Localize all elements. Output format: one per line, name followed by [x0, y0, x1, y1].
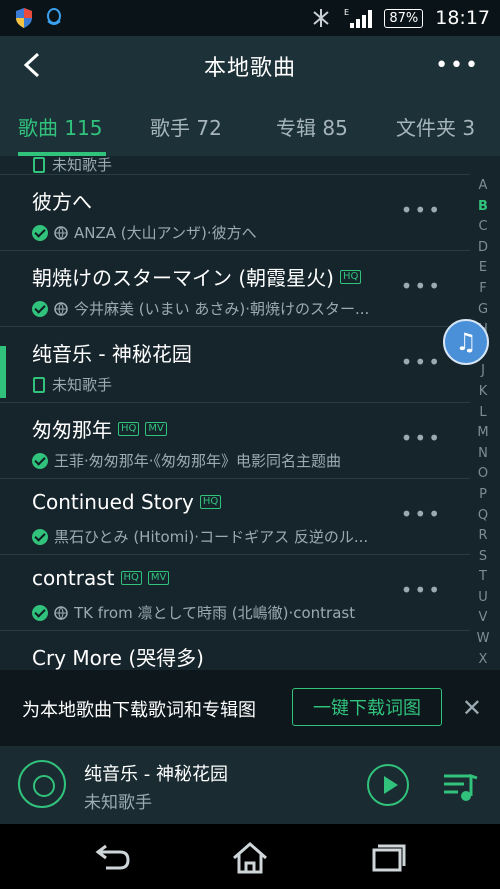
bluetooth-icon: [313, 9, 329, 27]
alphabet-letter[interactable]: E: [474, 258, 492, 279]
song-title: 朝焼けのスターマイン (朝霞星火): [32, 266, 334, 290]
song-subtitle: 王菲·匆匆那年·《匆匆那年》电影同名主题曲: [54, 452, 342, 470]
more-options-button[interactable]: •••: [435, 55, 480, 77]
globe-icon: [54, 225, 68, 240]
song-subtitle: ANZA (大山アンザ)·彼方へ: [74, 224, 257, 242]
mini-player[interactable]: 纯音乐 - 神秘花园 未知歌手: [0, 746, 500, 824]
globe-icon: [54, 605, 68, 620]
tab-folders[interactable]: 文件夹 3: [396, 112, 475, 141]
qq-icon: [47, 8, 61, 25]
phone-icon: [33, 156, 45, 173]
tab-songs[interactable]: 歌曲 115: [18, 112, 103, 141]
song-subtitle: 今井麻美 (いまい あさみ)·朝焼けのスター...: [74, 300, 370, 318]
song-subtitle: 未知歌手: [52, 156, 113, 174]
tab-bar: 歌曲 115 歌手 72 专辑 85 文件夹 3: [0, 96, 500, 156]
song-more-button[interactable]: •••: [401, 198, 442, 222]
shield-icon: [16, 8, 32, 28]
battery-indicator: 87%: [384, 8, 424, 28]
alphabet-letter[interactable]: D: [474, 238, 492, 259]
song-list[interactable]: 未知歌手 彼方へ ANZA (大山アンザ)·彼方へ ••• 朝焼けのスターマイン…: [0, 156, 500, 746]
alphabet-letter[interactable]: S: [474, 547, 492, 568]
song-title: Cry More (哭得多): [32, 646, 204, 670]
now-playing-marker: [0, 346, 6, 398]
alphabet-letter[interactable]: U: [474, 588, 492, 609]
list-item[interactable]: 未知歌手: [0, 156, 470, 175]
downloaded-check-icon: [32, 300, 48, 317]
system-nav-bar: [0, 824, 500, 889]
list-item[interactable]: contrast HQ MV TK from 凛として時雨 (北嶋徹)·contra…: [0, 554, 470, 631]
list-item[interactable]: Continued Story HQ 黒石ひとみ (Hitomi)·コードギアス …: [0, 478, 470, 555]
downloaded-check-icon: [32, 528, 48, 545]
song-more-button[interactable]: •••: [401, 426, 442, 450]
alphabet-letter[interactable]: K: [474, 382, 492, 403]
recent-apps-icon[interactable]: [368, 838, 408, 878]
list-item[interactable]: 彼方へ ANZA (大山アンザ)·彼方へ •••: [0, 174, 470, 251]
song-subtitle: TK from 凛として時雨 (北嶋徹)·contrast: [74, 604, 356, 622]
page-title: 本地歌曲: [203, 56, 296, 81]
song-more-button[interactable]: •••: [401, 502, 442, 526]
alphabet-letter[interactable]: Q: [474, 506, 492, 527]
alphabet-letter[interactable]: B: [474, 197, 492, 218]
hq-badge: HQ: [339, 269, 362, 284]
downloaded-check-icon: [32, 604, 48, 621]
alphabet-letter[interactable]: V: [474, 608, 492, 629]
song-title: 彼方へ: [32, 190, 92, 214]
close-icon[interactable]: ✕: [462, 694, 482, 722]
list-item[interactable]: 匆匆那年 HQ MV 王菲·匆匆那年·《匆匆那年》电影同名主题曲 •••: [0, 402, 470, 479]
tab-singers[interactable]: 歌手 72: [150, 112, 222, 141]
alphabet-letter[interactable]: C: [474, 217, 492, 238]
alphabet-letter[interactable]: O: [474, 464, 492, 485]
song-title: 纯音乐 - 神秘花园: [32, 342, 192, 366]
album-disc-icon[interactable]: [18, 760, 66, 808]
song-more-button[interactable]: •••: [401, 578, 442, 602]
download-lyrics-button[interactable]: 一键下载词图: [292, 688, 442, 726]
list-item[interactable]: 朝焼けのスターマイン (朝霞星火) HQ 今井麻美 (いまい あさみ)·朝焼けのス…: [0, 250, 470, 327]
downloaded-check-icon: [32, 224, 48, 241]
header: 本地歌曲 •••: [0, 36, 500, 96]
playlist-icon[interactable]: [440, 766, 480, 806]
now-playing-artist: 未知歌手: [84, 793, 152, 813]
alphabet-index[interactable]: ABCDEFGHIJKLMNOPQRSTUVWX: [474, 176, 492, 670]
mv-badge: MV: [145, 421, 167, 436]
home-icon[interactable]: [230, 838, 270, 878]
alphabet-letter[interactable]: M: [474, 423, 492, 444]
alphabet-letter[interactable]: A: [474, 176, 492, 197]
alphabet-letter[interactable]: G: [474, 300, 492, 321]
music-note-icon[interactable]: ♫: [443, 319, 489, 365]
alphabet-letter[interactable]: J: [474, 361, 492, 382]
hq-badge: HQ: [118, 421, 140, 436]
song-more-button[interactable]: •••: [401, 274, 442, 298]
back-icon[interactable]: [92, 838, 132, 878]
alphabet-letter[interactable]: R: [474, 526, 492, 547]
song-title: 匆匆那年: [32, 418, 112, 442]
song-subtitle: 未知歌手: [52, 376, 113, 394]
alphabet-letter[interactable]: W: [474, 629, 492, 650]
alphabet-letter[interactable]: T: [474, 567, 492, 588]
alphabet-letter[interactable]: N: [474, 444, 492, 465]
banner-text: 为本地歌曲下载歌词和专辑图: [22, 700, 256, 721]
signal-icon: E: [344, 8, 373, 28]
status-bar: E 87% 18:17: [0, 0, 500, 36]
now-playing-title: 纯音乐 - 神秘花园: [84, 764, 228, 785]
globe-icon: [54, 301, 68, 316]
mv-badge: MV: [147, 571, 170, 585]
alphabet-letter[interactable]: P: [474, 485, 492, 506]
song-title: Continued Story: [32, 490, 194, 514]
alphabet-letter[interactable]: L: [474, 403, 492, 424]
alphabet-letter[interactable]: F: [474, 279, 492, 300]
play-button[interactable]: [367, 764, 409, 806]
downloaded-check-icon: [32, 452, 48, 469]
download-lyrics-banner: 为本地歌曲下载歌词和专辑图 一键下载词图 ✕: [0, 670, 500, 746]
phone-icon: [33, 376, 45, 393]
tab-albums[interactable]: 专辑 85: [276, 112, 348, 141]
clock: 18:17: [435, 7, 490, 29]
alphabet-letter[interactable]: X: [474, 650, 492, 671]
song-subtitle: 黒石ひとみ (Hitomi)·コードギアス 反逆のル...: [54, 528, 369, 546]
song-title: contrast: [32, 566, 115, 590]
hq-badge: HQ: [120, 571, 142, 585]
svg-text:E: E: [344, 8, 349, 17]
song-more-button[interactable]: •••: [401, 350, 442, 374]
list-item[interactable]: 纯音乐 - 神秘花园 未知歌手 •••: [0, 326, 470, 403]
hq-badge: HQ: [199, 495, 222, 509]
